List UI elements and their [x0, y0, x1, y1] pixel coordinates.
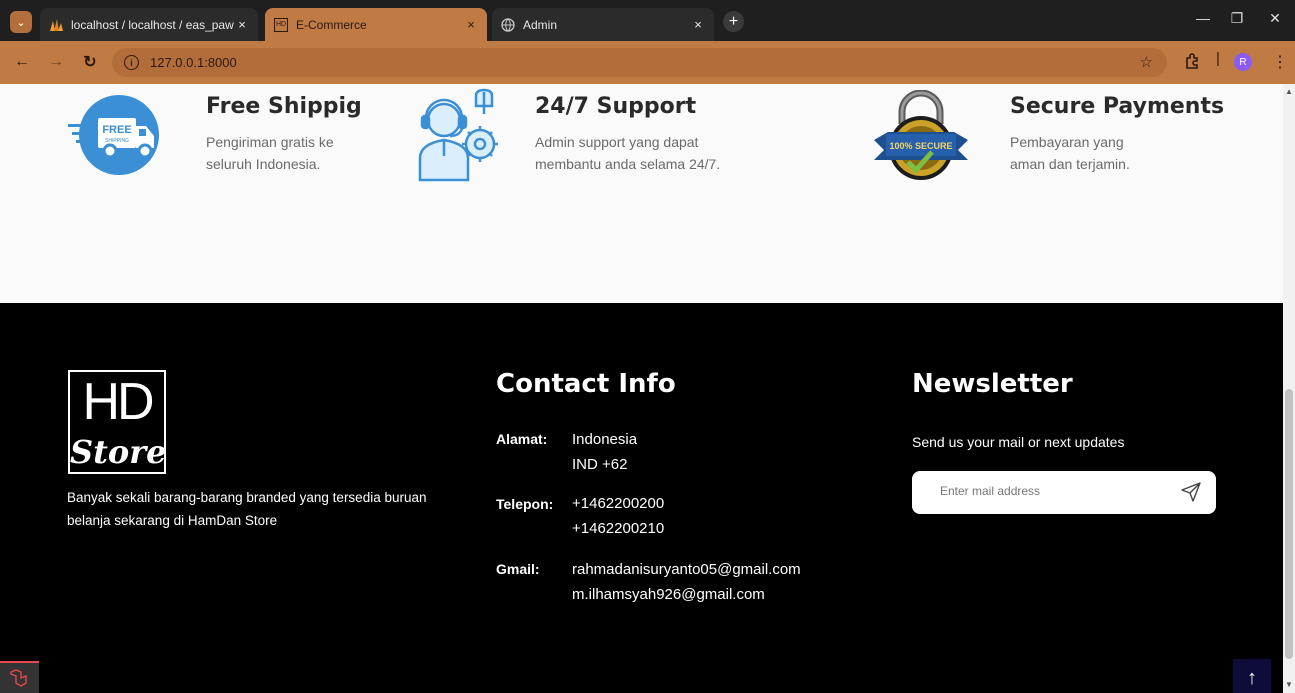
page-scrollbar[interactable]: ▲ ▼	[1283, 84, 1295, 693]
feature-text: Admin support yang dapat membantu anda s…	[535, 134, 721, 172]
scroll-up-arrow-icon[interactable]: ▲	[1285, 87, 1293, 96]
hd-store-favicon: HD	[273, 17, 289, 33]
newsletter-email-input[interactable]	[940, 484, 1160, 498]
contact-info-title: Contact Info	[496, 369, 676, 399]
hd-store-logo[interactable]: HD Store	[68, 370, 166, 474]
gmail-label: Gmail:	[496, 561, 540, 577]
feature-free-shipping: Free Shippig Pengiriman gratis ke seluru…	[206, 94, 406, 175]
telepon-value-2: +1462200210	[572, 520, 665, 537]
telepon-value-1: +1462200200	[572, 495, 665, 512]
close-icon[interactable]: ×	[463, 17, 479, 32]
secure-padlock-icon: 100% SECURE	[872, 89, 970, 189]
support-agent-gear-icon	[414, 88, 506, 189]
laravel-debugbar-icon[interactable]	[0, 661, 39, 693]
close-icon[interactable]: ×	[234, 17, 250, 32]
tab-admin[interactable]: Admin ×	[492, 8, 714, 41]
feature-text: Pengiriman gratis ke seluruh Indonesia.	[206, 134, 334, 172]
scroll-down-arrow-icon[interactable]: ▼	[1285, 680, 1293, 689]
newsletter-title: Newsletter	[912, 369, 1073, 399]
scroll-to-top-button[interactable]: ↑	[1233, 659, 1271, 693]
feature-support: 24/7 Support Admin support yang dapat me…	[535, 94, 795, 175]
feature-title: Free Shippig	[206, 94, 362, 119]
minimize-button[interactable]: —	[1188, 10, 1218, 26]
page-viewport: FREE SHIPPING Free Shippig Pengiriman gr…	[0, 84, 1283, 693]
browser-toolbar: ← → ↻ i 127.0.0.1:8000 ☆ |	[0, 41, 1295, 84]
alamat-value-1: Indonesia	[572, 431, 638, 448]
browser-menu-icon[interactable]: ⋮	[1272, 52, 1288, 72]
free-shipping-truck-icon: FREE SHIPPING	[68, 94, 160, 183]
tab-strip: ⌄ localhost / localhost / eas_paw × HD E…	[0, 0, 1295, 41]
tab-title: localhost / localhost / eas_paw	[71, 17, 234, 32]
feature-secure-payments: Secure Payments Pembayaran yang aman dan…	[1010, 94, 1270, 175]
tab-title: Admin	[523, 17, 558, 32]
reload-icon[interactable]: ↻	[80, 52, 100, 72]
new-tab-button[interactable]: +	[723, 11, 744, 32]
shipping-badge-text: SHIPPING	[105, 138, 129, 144]
gmail-value-2[interactable]: m.ilhamsyah926@gmail.com	[572, 582, 765, 607]
globe-icon	[500, 17, 516, 33]
site-footer: HD Store Banyak sekali barang-barang bra…	[0, 303, 1283, 693]
feature-title: Secure Payments	[1010, 94, 1225, 119]
profile-avatar[interactable]: R	[1234, 53, 1252, 71]
free-badge-text: FREE	[102, 124, 131, 136]
tab-title: E-Commerce	[296, 17, 367, 32]
url-text[interactable]: 127.0.0.1:8000	[150, 55, 237, 70]
toolbar-divider: |	[1216, 50, 1220, 67]
forward-arrow-icon[interactable]: →	[46, 52, 66, 72]
tab-phpmyadmin[interactable]: localhost / localhost / eas_paw ×	[40, 8, 258, 41]
svg-text:HD: HD	[276, 21, 286, 28]
telepon-label: Telepon:	[496, 496, 554, 512]
site-info-icon[interactable]: i	[124, 55, 139, 70]
newsletter-form	[912, 471, 1216, 514]
tab-ecommerce[interactable]: HD E-Commerce ×	[265, 8, 487, 41]
phpmyadmin-icon	[48, 17, 64, 33]
features-section: FREE SHIPPING Free Shippig Pengiriman gr…	[0, 84, 1283, 303]
about-text: Banyak sekali barang-barang branded yang…	[67, 490, 427, 528]
send-paper-plane-icon[interactable]	[1180, 481, 1202, 503]
logo-hd-text: HD	[82, 373, 154, 431]
alamat-label: Alamat:	[496, 431, 548, 447]
address-bar[interactable]: i 127.0.0.1:8000 ☆	[112, 48, 1167, 77]
newsletter-subtitle: Send us your mail or next updates	[912, 434, 1125, 450]
logo-store-text: Store	[70, 433, 167, 471]
close-icon[interactable]: ×	[690, 17, 706, 32]
restore-button[interactable]: ❐	[1222, 10, 1252, 27]
alamat-value-2: IND +62	[572, 456, 628, 473]
window-close-button[interactable]: ✕	[1260, 10, 1290, 27]
back-arrow-icon[interactable]: ←	[12, 52, 32, 72]
tab-search-chevron-icon[interactable]: ⌄	[10, 11, 32, 33]
gmail-value-1[interactable]: rahmadanisuryanto05@gmail.com	[572, 557, 801, 582]
extensions-puzzle-icon[interactable]	[1184, 53, 1200, 73]
secure-badge-text: 100% SECURE	[889, 141, 952, 151]
browser-window: ⌄ localhost / localhost / eas_paw × HD E…	[0, 0, 1295, 693]
scroll-thumb[interactable]	[1285, 389, 1293, 659]
feature-title: 24/7 Support	[535, 94, 697, 119]
feature-text: Pembayaran yang aman dan terjamin.	[1010, 134, 1130, 172]
bookmark-star-icon[interactable]: ☆	[1140, 53, 1153, 71]
